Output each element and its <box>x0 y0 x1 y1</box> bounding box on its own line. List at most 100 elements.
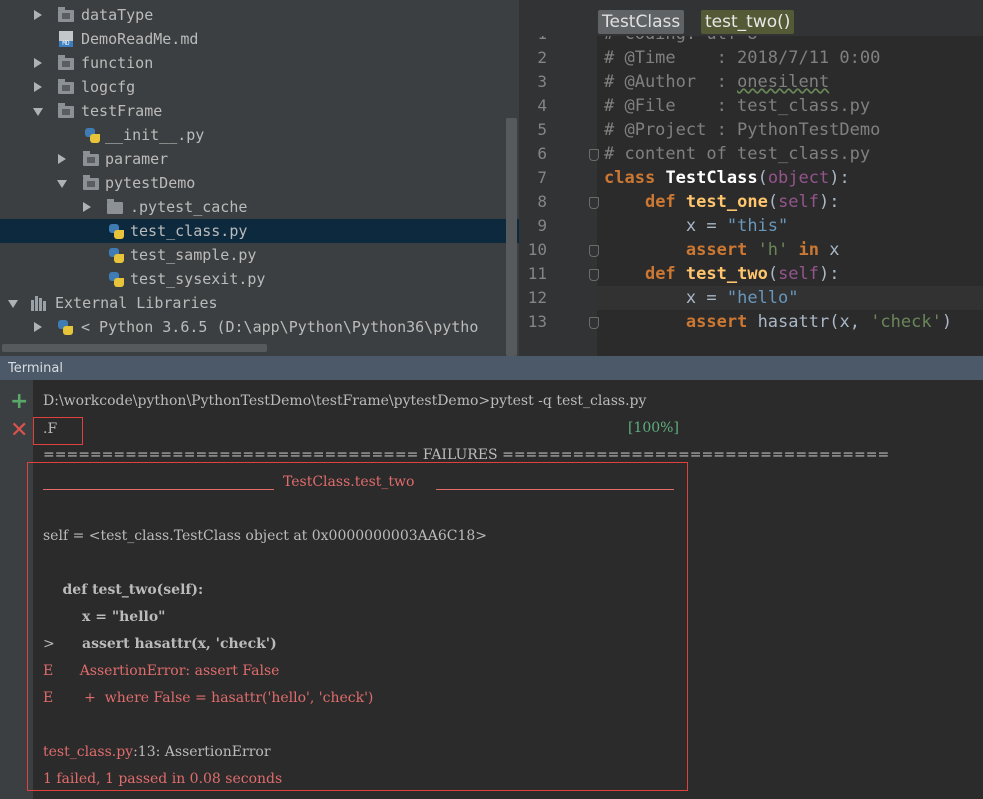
code-token: ): <box>829 168 850 188</box>
code-editor[interactable]: 1 2 3 4 5 6 7 8 9 10 11 12 13 # coding: … <box>519 0 983 356</box>
tree-vertical-scrollbar[interactable] <box>506 118 517 356</box>
tree-item-logcfg[interactable]: logcfg <box>0 75 519 99</box>
markdown-file-icon: MD <box>59 31 73 47</box>
tree-item-label: logcfg <box>81 78 136 96</box>
code-token: hasattr( <box>757 312 840 332</box>
traceback-def: def test_two(self): <box>43 582 204 598</box>
code-token: assert <box>685 240 748 260</box>
code-token: 'check' <box>870 312 942 332</box>
fold-marker-icon[interactable] <box>589 149 599 161</box>
tree-item-test-sample-py[interactable]: test_sample.py <box>0 243 519 267</box>
code-token: ): <box>819 192 840 212</box>
terminal-title-bar: Terminal <box>0 356 983 380</box>
code-token: object <box>767 168 830 188</box>
line-number: 9 <box>537 216 547 235</box>
code-line-9: x = "this" <box>604 214 788 238</box>
close-session-icon[interactable]: ✕ <box>10 420 28 442</box>
code-token: onesilent <box>737 72 830 92</box>
python-sdk-icon <box>57 319 74 336</box>
tree-item-function[interactable]: function <box>0 51 519 75</box>
code-token: def <box>644 192 676 212</box>
fold-marker-icon[interactable] <box>589 197 599 209</box>
tree-item-label: test_class.py <box>130 222 248 240</box>
chevron-right-icon[interactable] <box>34 82 42 92</box>
code-token: 'h' <box>757 240 789 260</box>
tree-item-label: .pytest_cache <box>130 198 248 216</box>
line-number: 10 <box>527 240 547 259</box>
tree-item-label: test_sysexit.py <box>130 270 266 288</box>
breadcrumb: TestClass test_two() <box>519 0 983 36</box>
folder-icon <box>83 175 99 190</box>
tree-item-paramer[interactable]: paramer <box>0 147 519 171</box>
fold-marker-icon[interactable] <box>589 245 599 257</box>
highlight-box-progress <box>33 417 83 445</box>
tree-item-label: testFrame <box>81 102 163 120</box>
tree-item-pytestdemo[interactable]: pytestDemo <box>0 171 519 195</box>
code-token: , <box>849 312 871 332</box>
code-token: test_two <box>685 264 768 284</box>
test-percent: [100%] <box>628 420 679 436</box>
tree-item-testframe[interactable]: testFrame <box>0 99 519 123</box>
code-token: x = <box>685 288 727 308</box>
traceback-assign: x = "hello" <box>43 609 166 625</box>
terminal-panel[interactable]: + ✕ D:\workcode\python\PythonTestDemo\te… <box>0 380 983 799</box>
tree-item-label: DemoReadMe.md <box>81 30 199 48</box>
code-token: self <box>778 192 820 212</box>
tree-item-datatype[interactable]: dataType <box>0 3 519 27</box>
breadcrumb-class[interactable]: TestClass <box>598 10 685 34</box>
code-line-4: # @File : test_class.py <box>604 96 871 116</box>
code-token: "this" <box>726 216 789 236</box>
tree-item-demoreadme[interactable]: MD DemoReadMe.md <box>0 27 519 51</box>
divider <box>43 489 274 490</box>
chevron-right-icon[interactable] <box>34 322 42 332</box>
line-number: 7 <box>537 168 547 187</box>
code-token: TestClass <box>665 168 758 188</box>
chevron-right-icon[interactable] <box>83 202 91 212</box>
new-session-icon[interactable]: + <box>10 391 28 413</box>
line-number: 3 <box>537 72 547 91</box>
python-file-icon <box>108 247 125 264</box>
tree-item-python-sdk[interactable]: < Python 3.6.5 (D:\app\Python\Python36\p… <box>0 315 519 339</box>
folder-icon <box>58 7 74 22</box>
fold-marker-icon[interactable] <box>589 317 599 329</box>
code-line-2: # @Time : 2018/7/11 0:00 <box>604 48 881 68</box>
tree-horizontal-scrollbar[interactable] <box>2 344 267 352</box>
chevron-right-icon[interactable] <box>58 154 66 164</box>
traceback-assert: assert hasattr(x, 'check') <box>43 636 277 652</box>
tree-item-test-class-py[interactable]: test_class.py <box>0 219 519 243</box>
tree-item-test-sysexit-py[interactable]: test_sysexit.py <box>0 267 519 291</box>
chevron-down-icon[interactable] <box>8 300 18 308</box>
error-location-text: :13: AssertionError <box>133 744 271 760</box>
code-token: ( <box>767 264 779 284</box>
folder-icon <box>83 151 99 166</box>
code-line-6: # content of test_class.py <box>604 144 871 164</box>
tree-item-init-py[interactable]: __init__.py <box>0 123 519 147</box>
code-token: # @Author : <box>604 72 738 92</box>
failed-test-name: TestClass.test_two <box>283 474 415 490</box>
fold-marker-icon[interactable] <box>589 269 599 281</box>
code-line-10: assert 'h' in x <box>604 238 840 262</box>
error-message: AssertionError: assert False <box>53 663 280 679</box>
terminal-title[interactable]: Terminal <box>8 356 63 382</box>
code-token: def <box>644 264 676 284</box>
chevron-down-icon[interactable] <box>57 180 67 188</box>
tree-item-label: dataType <box>81 6 154 24</box>
code-token: "hello" <box>726 288 799 308</box>
line-number: 11 <box>527 264 547 283</box>
divider <box>436 489 674 490</box>
tree-item-label: __init__.py <box>105 126 205 144</box>
code-token: x <box>829 240 840 260</box>
code-line-7: class TestClass(object): <box>604 166 850 190</box>
chevron-right-icon[interactable] <box>34 58 42 68</box>
tree-item-label: pytestDemo <box>105 174 196 192</box>
tree-item-pytest-cache[interactable]: .pytest_cache <box>0 195 519 219</box>
chevron-down-icon[interactable] <box>33 108 43 116</box>
error-location-file[interactable]: test_class.py <box>43 744 133 760</box>
line-number: 13 <box>527 312 547 331</box>
tree-item-external-libraries[interactable]: External Libraries <box>0 291 519 315</box>
breadcrumb-method[interactable]: test_two() <box>701 10 795 34</box>
code-token: x = <box>685 216 727 236</box>
code-token: class <box>604 168 656 188</box>
folder-icon <box>58 79 74 94</box>
chevron-right-icon[interactable] <box>34 10 42 20</box>
